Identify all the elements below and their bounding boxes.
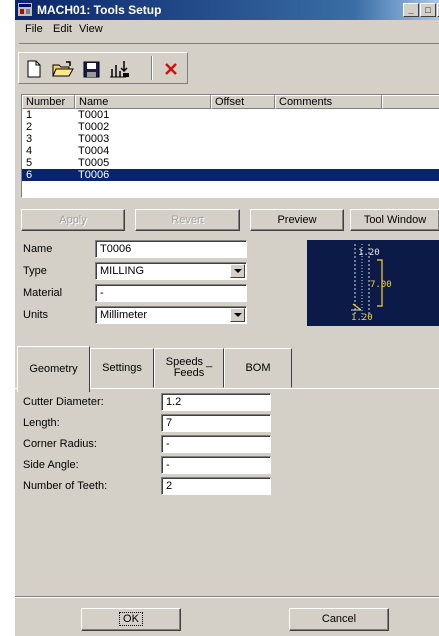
save-icon[interactable] bbox=[79, 58, 103, 80]
name-field[interactable]: T0006 bbox=[95, 240, 247, 258]
revert-button[interactable]: Revert bbox=[135, 209, 240, 231]
length-label: Length: bbox=[23, 417, 60, 429]
column-header-number[interactable]: Number bbox=[22, 95, 75, 109]
preview-radius: 1.20 bbox=[351, 313, 373, 323]
chevron-down-icon[interactable] bbox=[230, 264, 245, 278]
cutter-diameter-label: Cutter Diameter: bbox=[23, 396, 104, 408]
cutter-diameter-field[interactable]: 1.2 bbox=[161, 393, 271, 411]
title-bar[interactable]: MACH01: Tools Setup _ □ × bbox=[15, 0, 439, 20]
menu-edit[interactable]: Edit bbox=[53, 23, 72, 35]
app-icon bbox=[18, 3, 32, 16]
row-number: 1 bbox=[26, 109, 33, 121]
tab-geometry[interactable]: Geometry bbox=[17, 346, 90, 392]
tools-list[interactable]: Number Name Offset Comments 1 T0001 2 T0… bbox=[21, 94, 439, 198]
list-header: Number Name Offset Comments bbox=[22, 95, 439, 109]
ok-button-label: OK bbox=[119, 612, 143, 626]
menu-file[interactable]: File bbox=[25, 23, 43, 35]
tab-bom[interactable]: BOM bbox=[224, 348, 292, 388]
type-select[interactable]: MILLING bbox=[95, 262, 247, 280]
row-number: 5 bbox=[26, 157, 33, 169]
cancel-button[interactable]: Cancel bbox=[289, 608, 389, 631]
row-name: T0006 bbox=[78, 169, 110, 181]
maximize-button[interactable]: □ bbox=[420, 3, 436, 17]
column-header-blank bbox=[382, 95, 439, 109]
row-name: T0002 bbox=[78, 121, 110, 133]
tool-window-button[interactable]: Tool Window bbox=[350, 209, 439, 231]
minimize-button[interactable]: _ bbox=[403, 3, 419, 17]
window-title: MACH01: Tools Setup bbox=[37, 3, 162, 17]
preview-diameter: 1.20 bbox=[358, 248, 380, 258]
units-label: Units bbox=[23, 309, 49, 321]
side-angle-field[interactable]: - bbox=[161, 456, 271, 474]
row-number: 2 bbox=[26, 121, 33, 133]
column-header-comments[interactable]: Comments bbox=[275, 95, 382, 109]
units-select-value: Millimeter bbox=[100, 309, 148, 321]
number-of-teeth-field[interactable]: 2 bbox=[161, 477, 271, 495]
tools-setup-window: MACH01: Tools Setup _ □ × File Edit View… bbox=[14, 0, 439, 636]
apply-button[interactable]: Apply bbox=[21, 209, 125, 231]
material-field[interactable]: - bbox=[95, 284, 247, 302]
tab-speeds-feeds[interactable]: Speeds _ Feeds bbox=[154, 348, 224, 388]
tool-row-3[interactable]: 3 T0003 bbox=[22, 133, 439, 145]
number-of-teeth-label: Number of Teeth: bbox=[23, 480, 108, 492]
menu-view[interactable]: View bbox=[79, 23, 103, 35]
units-select[interactable]: Millimeter bbox=[95, 306, 247, 324]
tool-preview-panel: 1.20 7.00 1.20 bbox=[307, 240, 439, 326]
preview-button[interactable]: Preview bbox=[250, 209, 344, 231]
row-number: 4 bbox=[26, 145, 33, 157]
open-folder-icon[interactable] bbox=[51, 58, 75, 80]
tool-row-1[interactable]: 1 T0001 bbox=[22, 109, 439, 121]
row-name: T0005 bbox=[78, 157, 110, 169]
toolbar-separator bbox=[151, 56, 153, 80]
column-header-name[interactable]: Name bbox=[75, 95, 211, 109]
tool-row-4[interactable]: 4 T0004 bbox=[22, 145, 439, 157]
footer-divider bbox=[15, 596, 439, 598]
row-name: T0004 bbox=[78, 145, 110, 157]
row-number: 3 bbox=[26, 133, 33, 145]
new-file-icon[interactable] bbox=[22, 58, 46, 80]
tab-settings[interactable]: Settings bbox=[90, 348, 154, 388]
tab-strip: Geometry Settings Speeds _ Feeds BOM bbox=[15, 346, 439, 392]
type-label: Type bbox=[23, 265, 47, 277]
import-icon[interactable] bbox=[107, 58, 131, 80]
chevron-down-icon[interactable] bbox=[230, 308, 245, 322]
toolbar bbox=[18, 43, 439, 84]
corner-radius-label: Corner Radius: bbox=[23, 438, 97, 450]
row-number: 6 bbox=[26, 169, 33, 181]
ok-button[interactable]: OK bbox=[81, 608, 181, 631]
type-select-value: MILLING bbox=[100, 265, 145, 277]
column-header-offset[interactable]: Offset bbox=[211, 95, 275, 109]
menu-bar: File Edit View bbox=[15, 20, 439, 40]
row-name: T0003 bbox=[78, 133, 110, 145]
tool-row-5[interactable]: 5 T0005 bbox=[22, 157, 439, 169]
delete-icon[interactable] bbox=[159, 58, 183, 80]
tab-feeds-label: Feeds bbox=[173, 367, 205, 379]
name-label: Name bbox=[23, 243, 53, 255]
menu-divider bbox=[19, 43, 439, 44]
side-angle-label: Side Angle: bbox=[23, 459, 79, 471]
row-name: T0001 bbox=[78, 109, 110, 121]
length-field[interactable]: 7 bbox=[161, 414, 271, 432]
corner-radius-field[interactable]: - bbox=[161, 435, 271, 453]
tool-row-2[interactable]: 2 T0002 bbox=[22, 121, 439, 133]
material-label: Material bbox=[23, 287, 63, 299]
tool-row-6-selected[interactable]: 6 T0006 bbox=[22, 169, 439, 181]
preview-length: 7.00 bbox=[370, 280, 392, 290]
